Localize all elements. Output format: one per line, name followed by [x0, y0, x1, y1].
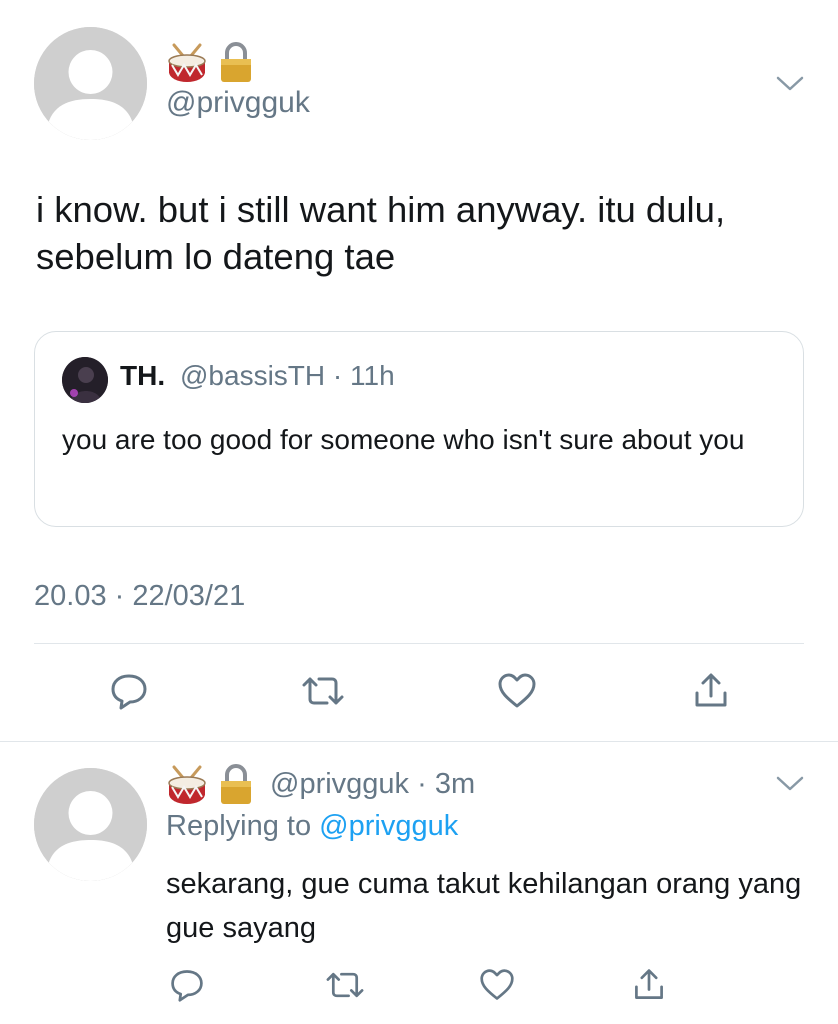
more-options-chevron-icon[interactable]: [770, 64, 810, 104]
replying-to-link[interactable]: @privgguk: [319, 810, 458, 842]
author-name-emojis: [166, 42, 254, 86]
quoted-author-handle-time: @bassisTH · 11h: [180, 360, 395, 392]
reply-author-avatar[interactable]: [34, 768, 147, 881]
drum-icon: [166, 764, 208, 811]
quoted-avatar-image: [62, 357, 108, 403]
reply-more-options-chevron-icon[interactable]: [770, 764, 810, 804]
reply-author-handle[interactable]: @privgguk: [270, 768, 409, 800]
divider: [34, 643, 804, 644]
author-handle[interactable]: @privgguk: [166, 86, 310, 120]
tweet-text: i know. but i still want him anyway. itu…: [36, 189, 726, 277]
reply-icon[interactable]: [106, 668, 152, 714]
retweet-icon[interactable]: [300, 668, 346, 714]
quoted-time: · 11h: [332, 360, 395, 391]
share-icon[interactable]: [688, 668, 734, 714]
author-avatar[interactable]: [34, 27, 147, 140]
tweet-timestamp: 20.03 · 22/03/21: [34, 580, 246, 612]
reply-author-handle-time: @privgguk · 3m: [270, 768, 475, 801]
lock-icon: [218, 42, 254, 89]
reply-like-icon[interactable]: [474, 962, 520, 1008]
default-avatar-icon: [34, 768, 147, 881]
reply-share-icon[interactable]: [626, 962, 672, 1008]
lock-icon: [218, 764, 254, 811]
quoted-author-avatar[interactable]: [62, 357, 108, 403]
replying-to-label: Replying to: [166, 810, 312, 842]
drum-icon: [166, 42, 208, 89]
quoted-tweet-text: you are too good for someone who isn't s…: [62, 424, 745, 455]
default-avatar-icon: [34, 27, 147, 140]
quoted-author-name: TH.: [120, 360, 166, 391]
reply-author-name-emojis: [166, 764, 254, 808]
like-icon[interactable]: [494, 668, 540, 714]
replying-to-line: Replying to @privgguk: [166, 810, 458, 843]
reply-reply-icon[interactable]: [164, 962, 210, 1008]
reply-tweet-text: sekarang, gue cuma takut kehilangan oran…: [166, 868, 802, 944]
reply-time: · 3m: [417, 768, 476, 800]
quoted-author-handle: @bassisTH: [180, 360, 326, 391]
section-divider: [0, 741, 838, 742]
reply-retweet-icon[interactable]: [322, 962, 368, 1008]
